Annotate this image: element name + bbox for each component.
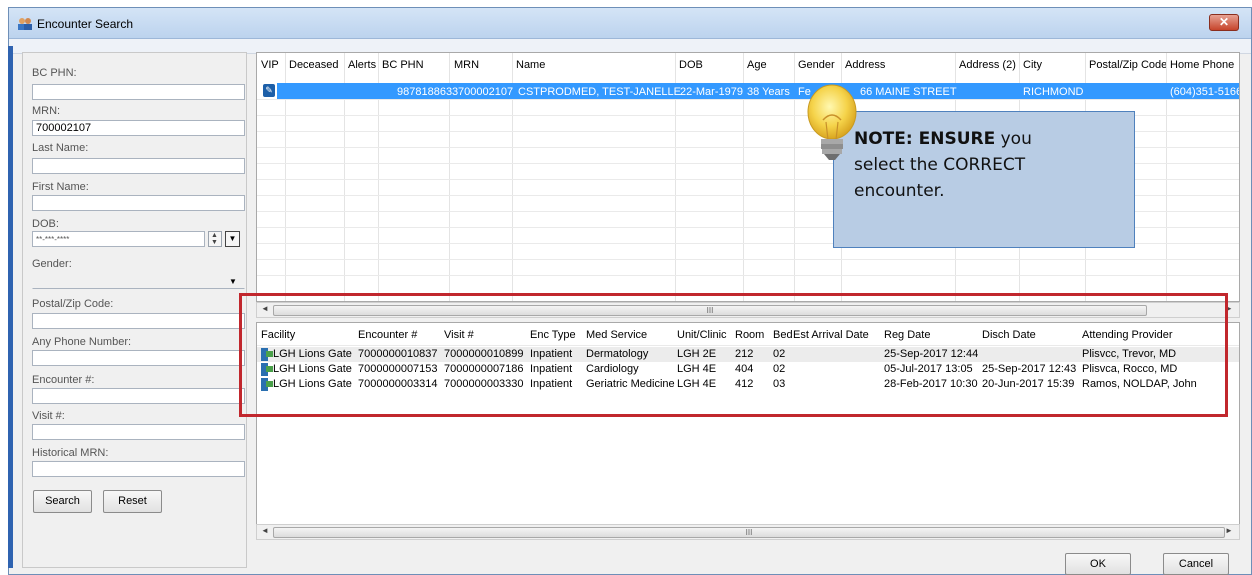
grid-row-line — [257, 99, 1239, 100]
gender-dropdown-icon: ▼ — [229, 277, 237, 286]
mrn-label: MRN: — [32, 105, 61, 117]
cell-home-phone: (604)351-5166 — [1170, 86, 1240, 98]
left-edge-strip — [8, 46, 13, 568]
grid-row-line — [257, 259, 1239, 260]
people-icon — [18, 18, 32, 30]
col-header-dob[interactable]: DOB — [679, 59, 703, 71]
note-bold-text: NOTE: ENSURE — [854, 129, 996, 149]
postal-label: Postal/Zip Code: — [32, 298, 114, 310]
search-panel: BC PHN: MRN: 700002107 Last Name: First … — [22, 52, 247, 568]
col-header-bc-phn[interactable]: BC PHN — [382, 59, 424, 71]
last-name-input[interactable] — [32, 158, 245, 174]
bc-phn-input[interactable] — [32, 84, 245, 100]
encounter-label: Encounter #: — [32, 374, 95, 386]
visit-label: Visit #: — [32, 410, 65, 422]
note-line-2: select the CORRECT — [854, 155, 1026, 175]
close-icon: ✕ — [1218, 15, 1230, 29]
phone-input[interactable] — [32, 350, 245, 366]
chevron-down-icon: ▼ — [228, 234, 237, 243]
col-header-city[interactable]: City — [1023, 59, 1042, 71]
scroll-thumb[interactable]: III — [273, 527, 1225, 538]
col-header-age[interactable]: Age — [747, 59, 767, 71]
ok-button[interactable]: OK — [1065, 553, 1131, 575]
dob-spinner[interactable]: ▲ ▼ — [208, 231, 222, 247]
vip-flag-icon: ✎ — [263, 84, 275, 97]
cancel-button[interactable]: Cancel — [1163, 553, 1229, 575]
dob-dropdown-button[interactable]: ▼ — [225, 231, 240, 247]
cell-name: CSTPRODMED, TEST-JANELLE — [518, 86, 681, 98]
dob-input[interactable]: **-***-**** — [32, 231, 205, 247]
mrn-input[interactable]: 700002107 — [32, 120, 245, 136]
encounter-input[interactable] — [32, 388, 245, 404]
spin-down-icon: ▼ — [211, 239, 218, 246]
scroll-thumb-grip: III — [745, 528, 753, 537]
title-bar: Encounter Search ✕ — [9, 8, 1251, 39]
spin-up-icon: ▲ — [211, 232, 218, 239]
scroll-right-icon: ► — [1225, 526, 1233, 535]
first-name-input[interactable] — [32, 195, 245, 211]
col-header-deceased[interactable]: Deceased — [289, 59, 339, 71]
postal-input[interactable] — [32, 313, 245, 329]
historical-mrn-input[interactable] — [32, 461, 245, 477]
cancel-button-label: Cancel — [1178, 558, 1214, 570]
historical-mrn-label: Historical MRN: — [32, 447, 109, 459]
reset-button-label: Reset — [118, 495, 147, 507]
note-line-3: encounter. — [854, 181, 945, 201]
note-line-1-rest: you — [995, 129, 1032, 149]
scroll-left-icon: ◄ — [261, 526, 269, 535]
search-button-label: Search — [45, 495, 80, 507]
close-button[interactable]: ✕ — [1209, 14, 1239, 31]
lightbulb-icon — [807, 84, 857, 160]
visit-input[interactable] — [32, 424, 245, 440]
col-header-mrn[interactable]: MRN — [454, 59, 479, 71]
cell-dob: 22-Mar-1979 — [680, 86, 743, 98]
grid-row-line — [257, 275, 1239, 276]
note-line-1: NOTE: ENSURE you — [854, 126, 1120, 152]
cell-city: RICHMOND — [1023, 86, 1084, 98]
encounter-grid-hscrollbar[interactable]: ◄ III ► — [256, 524, 1240, 540]
window-title: Encounter Search — [37, 17, 134, 31]
cell-bc-phn: 9878188633 — [397, 86, 459, 98]
first-name-label: First Name: — [32, 181, 89, 193]
search-button[interactable]: Search — [33, 490, 92, 513]
col-header-address[interactable]: Address — [845, 59, 885, 71]
note-callout: NOTE: ENSURE you select the CORRECT enco… — [833, 111, 1135, 248]
col-header-home-phone[interactable]: Home Phone — [1170, 59, 1234, 71]
col-header-gender[interactable]: Gender — [798, 59, 835, 71]
cell-address: 66 MAINE STREET — [860, 86, 957, 98]
col-header-postal[interactable]: Postal/Zip Code — [1089, 59, 1167, 71]
col-header-address2[interactable]: Address (2) — [959, 59, 1016, 71]
ok-button-label: OK — [1090, 558, 1106, 570]
reset-button[interactable]: Reset — [103, 490, 162, 513]
dob-label: DOB: — [32, 218, 59, 230]
col-header-name[interactable]: Name — [516, 59, 545, 71]
cell-age: 38 Years — [747, 86, 790, 98]
gender-select[interactable] — [32, 273, 245, 289]
cell-mrn: 700002107 — [458, 86, 514, 98]
gender-label: Gender: — [32, 258, 72, 270]
phone-label: Any Phone Number: — [32, 336, 132, 348]
bc-phn-label: BC PHN: — [32, 67, 77, 79]
col-header-vip[interactable]: VIP — [261, 59, 279, 71]
last-name-label: Last Name: — [32, 142, 89, 154]
highlight-box — [239, 293, 1228, 417]
col-header-alerts[interactable]: Alerts — [348, 59, 376, 71]
